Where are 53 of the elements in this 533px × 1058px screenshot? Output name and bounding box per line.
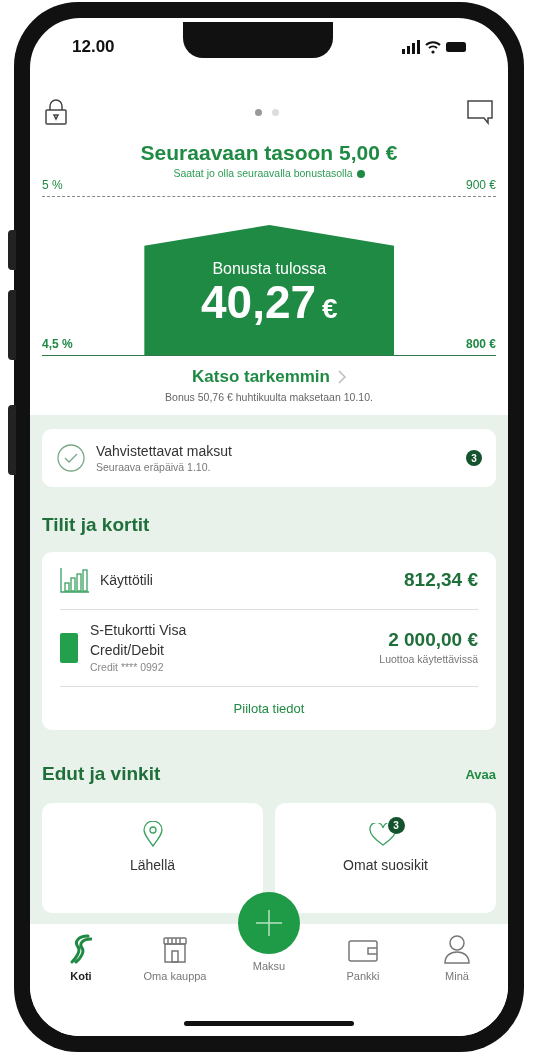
lock-icon[interactable] (44, 98, 68, 126)
nav-item[interactable]: Minä (414, 932, 500, 985)
count-badge: 3 (466, 450, 482, 467)
account-amount: 812,34 € (404, 568, 478, 592)
wallet-icon (347, 938, 379, 964)
hide-details-button[interactable]: Piilota tiedot (233, 698, 305, 718)
level-amount: 800 € (465, 336, 496, 353)
details-link[interactable]: Katso tarkemmin (192, 364, 346, 390)
level-amount: 900 € (465, 177, 496, 194)
pending-title: Vahvistettavat maksut (96, 441, 233, 461)
nav-item[interactable]: Pankki (320, 932, 406, 985)
count-badge: 3 (387, 816, 405, 834)
bonus-amount: 40,27 (200, 279, 317, 325)
bonus-label: Bonusta tulossa (212, 259, 327, 279)
benefit-tile[interactable]: 3 Omat suosikit (275, 802, 496, 913)
credit-available: Luottoa käytettävissä (379, 651, 478, 667)
next-level-title: Seuraavaan tasoon 5,00 € (139, 140, 399, 166)
pending-subtitle: Seuraava eräpäivä 1.10. (96, 459, 212, 475)
section-title: Edut ja vinkit (42, 762, 161, 786)
wifi-icon (425, 40, 441, 54)
signal-icon (402, 40, 420, 54)
pending-payments-card[interactable]: Vahvistettavat maksut Seuraava eräpäivä 1.10. 3 (42, 429, 496, 488)
battery-icon (446, 42, 466, 52)
chevron-icon (337, 369, 346, 384)
next-level-hint: Saatat jo olla seuraavalla bonustasolla (173, 166, 353, 182)
section-title: Tilit ja kortit (42, 513, 151, 538)
account-row[interactable]: Käyttötili 812,34 € (60, 551, 478, 610)
store-icon (160, 936, 190, 964)
bonus-note: Bonus 50,76 € huhtikuulta maksetaan 10.10. (164, 389, 374, 405)
heart-icon (368, 822, 397, 847)
bar-chart-icon (60, 567, 90, 594)
location-pin-icon (142, 820, 163, 847)
card-number: Credit **** 0992 (90, 659, 165, 675)
s-logo-icon (70, 934, 92, 964)
level-percent: 4,5 % (42, 336, 73, 353)
card-amount: 2 000,00 € (388, 627, 478, 652)
nav-item[interactable]: Oma kauppa (132, 932, 218, 985)
check-circle-icon (56, 443, 86, 474)
chat-icon[interactable] (466, 99, 494, 125)
status-time: 12.00 (72, 36, 115, 59)
benefit-tile[interactable]: Lähellä (42, 802, 263, 913)
card-icon (60, 632, 78, 663)
level-percent: 5 % (42, 177, 63, 194)
tile-label: Omat suosikit (343, 855, 428, 875)
card-name: S-Etukortti Visa Credit/Debit (90, 620, 188, 660)
open-link[interactable]: Avaa (465, 764, 496, 784)
bonus-currency: € (322, 292, 338, 326)
account-name: Käyttötili (100, 570, 154, 590)
person-icon (443, 934, 471, 964)
nav-item[interactable]: Koti (38, 932, 124, 985)
info-icon[interactable] (356, 170, 365, 179)
card-row[interactable]: S-Etukortti Visa Credit/Debit Credit **** 0992 2 000,00 € Luottoa käytettävissä (60, 609, 478, 687)
tile-label: Lähellä (129, 855, 176, 875)
